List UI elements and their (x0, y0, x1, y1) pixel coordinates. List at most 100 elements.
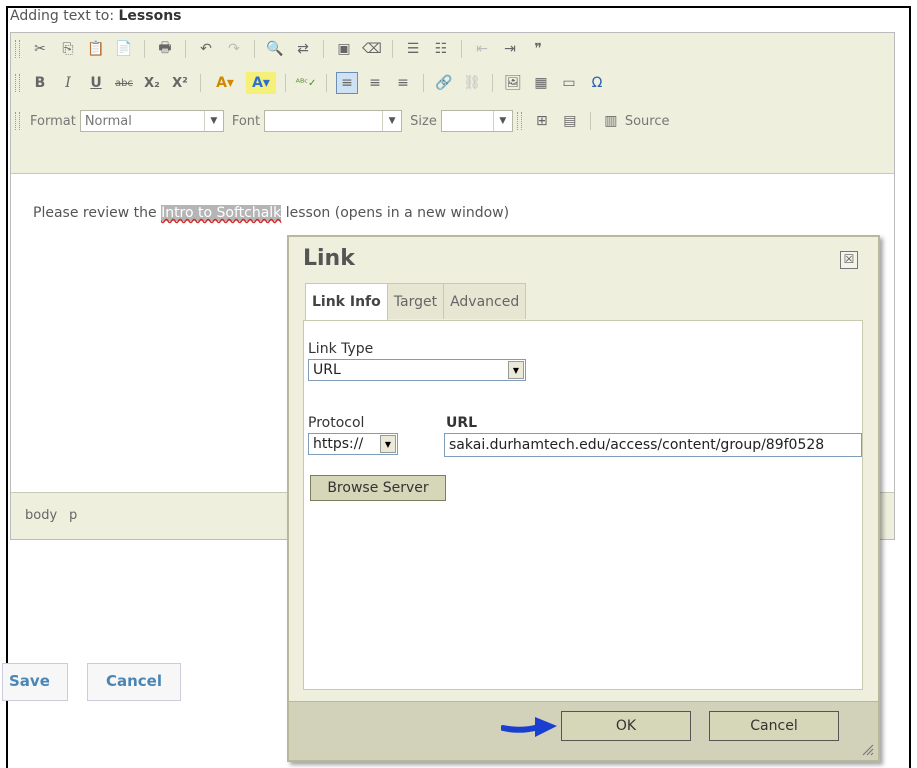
toolbar-row-3: Format Normal ▼ Font ▼ Size ▼ ⊞ ▤ ▥ Sour… (11, 107, 673, 135)
dialog-tabs: Link Info Target Advanced (305, 283, 527, 320)
tab-target[interactable]: Target (386, 283, 445, 319)
paste-word-icon[interactable]: 📄 (113, 38, 135, 60)
align-left-icon[interactable]: ≡ (336, 72, 358, 94)
heading-title: Lessons (118, 8, 182, 24)
toolbar-separator (200, 74, 201, 92)
toolbar-separator (492, 74, 493, 92)
undo-icon[interactable]: ↶ (195, 38, 217, 60)
toolbar-row-1: ✂ ⎘ 📋 📄 🖶 ↶ ↷ 🔍 ⇄ ▣ ⌫ ☰ ☷ ⇤ ⇥ ❞ (11, 35, 552, 63)
ok-button[interactable]: OK (561, 711, 691, 741)
browse-server-button[interactable]: Browse Server (310, 475, 446, 501)
table-icon[interactable]: ▦ (530, 72, 552, 94)
format-value: Normal (84, 113, 132, 129)
content-paragraph[interactable]: Please review the Intro to Softchalk les… (33, 205, 509, 221)
bg-color-icon[interactable]: A▾ (246, 72, 276, 94)
link-info-panel: Link Type URL ▼ Protocol https:// ▼ URL … (303, 320, 863, 690)
outdent-icon[interactable]: ⇤ (471, 38, 493, 60)
text-color-icon[interactable]: A▾ (210, 72, 240, 94)
bold-icon[interactable]: B (29, 72, 51, 94)
italic-icon[interactable]: I (57, 72, 79, 94)
toolbar-separator (423, 74, 424, 92)
redo-icon[interactable]: ↷ (223, 38, 245, 60)
find-icon[interactable]: 🔍 (264, 38, 286, 60)
tab-link-info[interactable]: Link Info (305, 283, 388, 320)
toolbar-separator (326, 74, 327, 92)
link-icon[interactable]: 🔗 (433, 72, 455, 94)
link-type-label: Link Type (308, 341, 374, 357)
toolbar-grip[interactable] (15, 40, 20, 58)
format-combo[interactable]: Normal ▼ (79, 110, 224, 132)
url-input[interactable]: sakai.durhamtech.edu/access/content/grou… (444, 433, 862, 457)
heading-prefix: Adding text to: (10, 8, 119, 24)
unlink-icon[interactable]: ⛓ (461, 72, 483, 94)
print-icon[interactable]: 🖶 (154, 38, 176, 60)
maximize-icon[interactable]: ⊞ (531, 110, 553, 132)
protocol-value: https:// (313, 436, 364, 452)
size-label: Size (410, 113, 437, 129)
dialog-title: Link (303, 246, 355, 271)
toolbar-grip[interactable] (15, 112, 20, 130)
chevron-down-icon[interactable]: ▼ (380, 435, 396, 453)
chevron-down-icon[interactable]: ▼ (203, 111, 223, 131)
show-blocks-icon[interactable]: ▤ (559, 110, 581, 132)
indent-icon[interactable]: ⇥ (499, 38, 521, 60)
toolbar-separator (185, 40, 186, 58)
select-all-icon[interactable]: ▣ (333, 38, 355, 60)
toolbar-separator (323, 40, 324, 58)
spellcheck-icon[interactable]: ᴬᴮᶜ✓ (295, 72, 317, 94)
superscript-icon[interactable]: X² (169, 72, 191, 94)
close-icon[interactable]: ☒ (840, 251, 858, 269)
toolbar-grip[interactable] (15, 74, 20, 92)
align-right-icon[interactable]: ≡ (392, 72, 414, 94)
replace-icon[interactable]: ⇄ (292, 38, 314, 60)
editor-toolbar: ✂ ⎘ 📋 📄 🖶 ↶ ↷ 🔍 ⇄ ▣ ⌫ ☰ ☷ ⇤ ⇥ ❞ B I U ab… (11, 33, 894, 174)
special-char-icon[interactable]: Ω (586, 72, 608, 94)
protocol-select[interactable]: https:// ▼ (308, 433, 398, 455)
remove-format-icon[interactable]: ⌫ (361, 38, 383, 60)
chevron-down-icon[interactable]: ▼ (382, 111, 401, 131)
save-button[interactable]: Save (2, 663, 68, 701)
size-combo[interactable]: ▼ (440, 110, 513, 132)
underline-icon[interactable]: U (85, 72, 107, 94)
bulleted-list-icon[interactable]: ☷ (430, 38, 452, 60)
tab-advanced[interactable]: Advanced (443, 283, 527, 319)
path-item-p[interactable]: p (69, 508, 77, 523)
source-icon[interactable]: ▥ (600, 110, 622, 132)
image-icon[interactable]: 🖼 (502, 72, 524, 94)
numbered-list-icon[interactable]: ☰ (402, 38, 424, 60)
content-before: Please review the (33, 205, 162, 221)
format-label: Format (30, 113, 76, 129)
link-dialog: Link ☒ Link Info Target Advanced Link Ty… (287, 235, 880, 762)
cancel-button[interactable]: Cancel (87, 663, 181, 701)
protocol-label: Protocol (308, 415, 365, 431)
path-item-body[interactable]: body (25, 508, 57, 523)
chevron-down-icon[interactable]: ▼ (508, 361, 524, 379)
paste-icon[interactable]: 📋 (85, 38, 107, 60)
subscript-icon[interactable]: X₂ (141, 72, 163, 94)
dialog-cancel-button[interactable]: Cancel (709, 711, 839, 741)
font-combo[interactable]: ▼ (264, 110, 403, 132)
font-label: Font (231, 113, 261, 129)
cut-icon[interactable]: ✂ (29, 38, 51, 60)
page-heading: Adding text to: Lessons (10, 8, 182, 24)
toolbar-row-2: B I U abc X₂ X² A▾ A▾ ᴬᴮᶜ✓ ≡ ≡ ≡ 🔗 ⛓ 🖼 ▦… (11, 69, 611, 97)
copy-icon[interactable]: ⎘ (57, 38, 79, 60)
link-type-value: URL (313, 362, 341, 378)
arrow-right-icon (501, 717, 557, 737)
chevron-down-icon[interactable]: ▼ (492, 111, 512, 131)
link-type-select[interactable]: URL ▼ (308, 359, 526, 381)
strike-icon[interactable]: abc (113, 72, 135, 94)
selected-link-text[interactable]: Intro to Softchalk (161, 205, 282, 221)
toolbar-separator (254, 40, 255, 58)
content-after: lesson (opens in a new window) (281, 205, 510, 221)
toolbar-separator (392, 40, 393, 58)
resize-grip-icon[interactable] (860, 742, 874, 756)
toolbar-grip[interactable] (516, 112, 522, 130)
url-label: URL (446, 415, 478, 431)
blockquote-icon[interactable]: ❞ (527, 38, 549, 60)
align-center-icon[interactable]: ≡ (364, 72, 386, 94)
toolbar-separator (589, 112, 591, 130)
hr-icon[interactable]: ▭ (558, 72, 580, 94)
toolbar-separator (144, 40, 145, 58)
source-label[interactable]: Source (625, 114, 670, 129)
